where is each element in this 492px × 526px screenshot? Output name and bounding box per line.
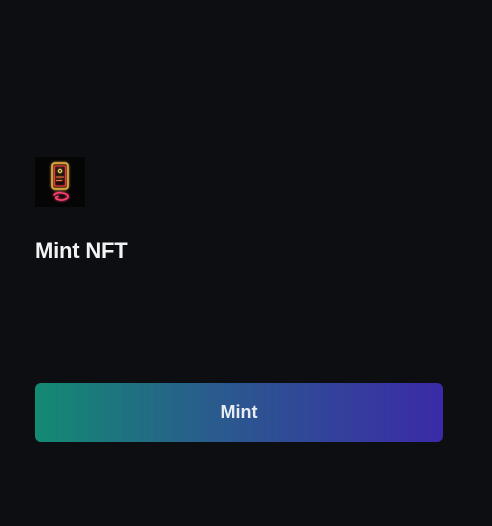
- mint-button-label: Mint: [220, 402, 258, 422]
- mint-button[interactable]: Mint: [35, 383, 443, 442]
- nft-title: Mint NFT: [35, 238, 128, 263]
- nft-image-icon: [35, 157, 85, 207]
- mint-nft-panel: Mint NFT Mint: [0, 0, 492, 526]
- neon-phone-icon: [35, 157, 85, 207]
